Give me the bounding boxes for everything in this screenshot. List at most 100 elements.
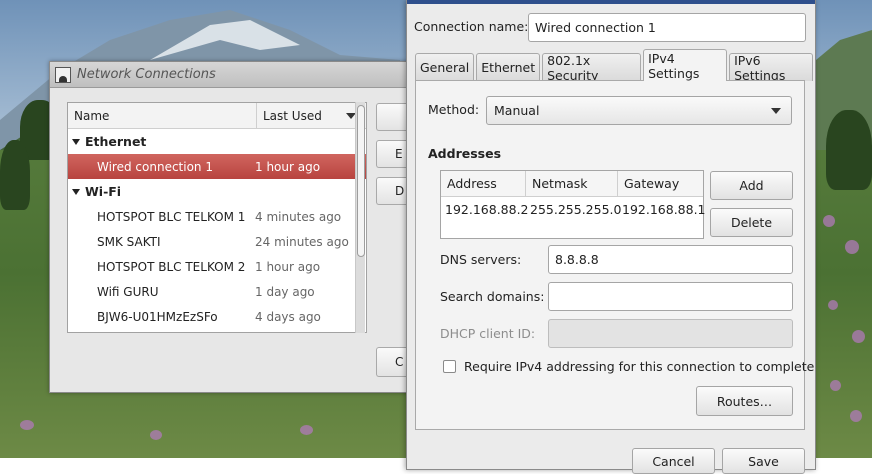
delete-address-button[interactable]: Delete bbox=[710, 208, 793, 237]
flower bbox=[830, 380, 841, 391]
connection-name: BJW6-U01HMzEzSFo bbox=[97, 309, 218, 324]
method-dropdown[interactable]: Manual bbox=[486, 96, 792, 125]
tab-label: 802.1x Security bbox=[547, 52, 599, 83]
list-item[interactable]: Wifi GURU 1 day ago bbox=[68, 279, 366, 304]
tree bbox=[0, 140, 30, 210]
column-label: Gateway bbox=[624, 176, 680, 191]
add-address-button[interactable]: Add bbox=[710, 171, 793, 200]
flower bbox=[850, 410, 862, 422]
connection-name: Wired connection 1 bbox=[97, 159, 213, 174]
connection-last-used: 1 hour ago bbox=[255, 259, 321, 274]
addresses-table-header: Address Netmask Gateway bbox=[441, 171, 703, 197]
method-value: Manual bbox=[494, 103, 540, 118]
network-icon bbox=[55, 66, 71, 83]
connection-name: HOTSPOT BLC TELKOM 1 bbox=[97, 209, 246, 224]
settings-tabs: General Ethernet 802.1x Security IPv4 Se… bbox=[415, 49, 815, 83]
connection-name: HOTSPOT BLC TELKOM 2 bbox=[97, 259, 246, 274]
flower bbox=[852, 330, 865, 343]
dns-servers-label: DNS servers: bbox=[440, 252, 522, 267]
routes-button[interactable]: Routes… bbox=[696, 386, 793, 416]
cancel-button-label: Cancel bbox=[652, 453, 695, 469]
window-title: Network Connections bbox=[77, 67, 216, 82]
connection-name: Wifi GURU bbox=[97, 284, 159, 299]
dropdown-arrow-icon bbox=[771, 108, 781, 114]
expander-expanded-icon[interactable] bbox=[72, 188, 80, 195]
tab-label: IPv6 Settings bbox=[734, 52, 786, 83]
addresses-heading: Addresses bbox=[428, 146, 502, 161]
group-label: Ethernet bbox=[85, 134, 147, 149]
addresses-table[interactable]: Address Netmask Gateway 192.168.88.2 255… bbox=[440, 170, 706, 239]
connection-name-label: Connection name: bbox=[414, 19, 529, 34]
column-address[interactable]: Address bbox=[441, 171, 526, 196]
netmask-cell[interactable]: 255.255.255.0 bbox=[526, 202, 621, 217]
dns-servers-value: 8.8.8.8 bbox=[555, 252, 599, 267]
column-last-used[interactable]: Last Used bbox=[257, 103, 364, 128]
tab-ipv6-settings[interactable]: IPv6 Settings bbox=[729, 52, 813, 83]
edit-button-label: E bbox=[395, 147, 403, 161]
delete-address-label: Delete bbox=[730, 215, 773, 230]
column-label: Address bbox=[447, 176, 497, 191]
column-last-used-label: Last Used bbox=[263, 108, 322, 123]
group-ethernet[interactable]: Ethernet bbox=[68, 129, 366, 154]
column-name[interactable]: Name bbox=[68, 103, 257, 128]
cancel-button[interactable]: Cancel bbox=[632, 448, 715, 474]
tab-label: Ethernet bbox=[481, 60, 536, 75]
flower bbox=[300, 425, 313, 435]
require-ipv4-label[interactable]: Require IPv4 addressing for this connect… bbox=[464, 359, 814, 374]
tab-ipv4-settings[interactable]: IPv4 Settings bbox=[643, 49, 728, 81]
scrollbar-thumb[interactable] bbox=[357, 105, 365, 257]
add-address-label: Add bbox=[739, 178, 764, 193]
connection-last-used: 4 days ago bbox=[255, 309, 321, 324]
group-wifi[interactable]: Wi-Fi bbox=[68, 179, 366, 204]
tree bbox=[826, 110, 872, 190]
connection-name: SMK SAKTI bbox=[97, 234, 161, 249]
group-label: Wi-Fi bbox=[85, 184, 122, 199]
column-name-label: Name bbox=[74, 108, 110, 123]
list-item[interactable]: SMK SAKTI 24 minutes ago bbox=[68, 229, 366, 254]
connection-last-used: 24 minutes ago bbox=[255, 234, 349, 249]
list-header: Name Last Used bbox=[68, 103, 366, 129]
list-scrollbar[interactable] bbox=[355, 102, 365, 333]
save-button[interactable]: Save bbox=[722, 448, 805, 474]
table-row[interactable]: 192.168.88.2 255.255.255.0 192.168.88.1 bbox=[441, 197, 706, 222]
search-domains-label: Search domains: bbox=[440, 289, 545, 304]
ipv4-settings-panel: Method: Manual Addresses Address Netmask… bbox=[415, 80, 814, 430]
expander-expanded-icon[interactable] bbox=[72, 138, 80, 145]
column-netmask[interactable]: Netmask bbox=[526, 171, 618, 196]
connection-name-field[interactable]: Wired connection 1 bbox=[528, 13, 806, 42]
connection-last-used: 1 hour ago bbox=[255, 159, 321, 174]
list-item-wired-connection-1[interactable]: Wired connection 1 1 hour ago bbox=[68, 154, 366, 179]
tab-ethernet[interactable]: Ethernet bbox=[476, 53, 541, 81]
column-gateway[interactable]: Gateway bbox=[618, 171, 703, 196]
gateway-cell[interactable]: 192.168.88.1 bbox=[618, 202, 706, 217]
flower bbox=[823, 215, 835, 227]
method-label: Method: bbox=[428, 102, 480, 117]
column-label: Netmask bbox=[532, 176, 588, 191]
save-button-label: Save bbox=[748, 453, 779, 469]
tab-general[interactable]: General bbox=[415, 53, 475, 81]
flower bbox=[150, 430, 162, 440]
search-domains-field[interactable] bbox=[548, 282, 793, 311]
connections-list[interactable]: Name Last Used Ethernet Wired connection… bbox=[67, 102, 367, 333]
flower bbox=[828, 300, 838, 310]
connection-name-value: Wired connection 1 bbox=[535, 20, 656, 35]
list-item[interactable]: HOTSPOT BLC TELKOM 2 1 hour ago bbox=[68, 254, 366, 279]
dhcp-client-id-field bbox=[548, 319, 793, 348]
flower bbox=[20, 420, 34, 430]
tab-label: General bbox=[420, 60, 470, 75]
address-cell[interactable]: 192.168.88.2 bbox=[441, 202, 529, 217]
flower bbox=[845, 240, 859, 254]
tab-8021x-security[interactable]: 802.1x Security bbox=[542, 52, 642, 83]
close-button-label: C bbox=[395, 355, 404, 369]
title-bar[interactable]: Network Connections bbox=[50, 62, 420, 88]
list-item[interactable]: BJW6-U01HMzEzSFo 4 days ago bbox=[68, 304, 366, 329]
list-item[interactable]: HOTSPOT BLC TELKOM 1 4 minutes ago bbox=[68, 204, 366, 229]
dialog-title-bar[interactable] bbox=[407, 0, 815, 4]
require-ipv4-checkbox[interactable] bbox=[443, 360, 456, 373]
connection-last-used: 4 minutes ago bbox=[255, 209, 342, 224]
network-connections-window: Network Connections Name Last Used Ether… bbox=[49, 61, 421, 393]
dns-servers-field[interactable]: 8.8.8.8 bbox=[548, 245, 793, 274]
editing-connection-dialog: Connection name: Wired connection 1 Gene… bbox=[406, 0, 816, 474]
tab-label: IPv4 Settings bbox=[648, 50, 700, 81]
connection-last-used: 1 day ago bbox=[255, 284, 315, 299]
